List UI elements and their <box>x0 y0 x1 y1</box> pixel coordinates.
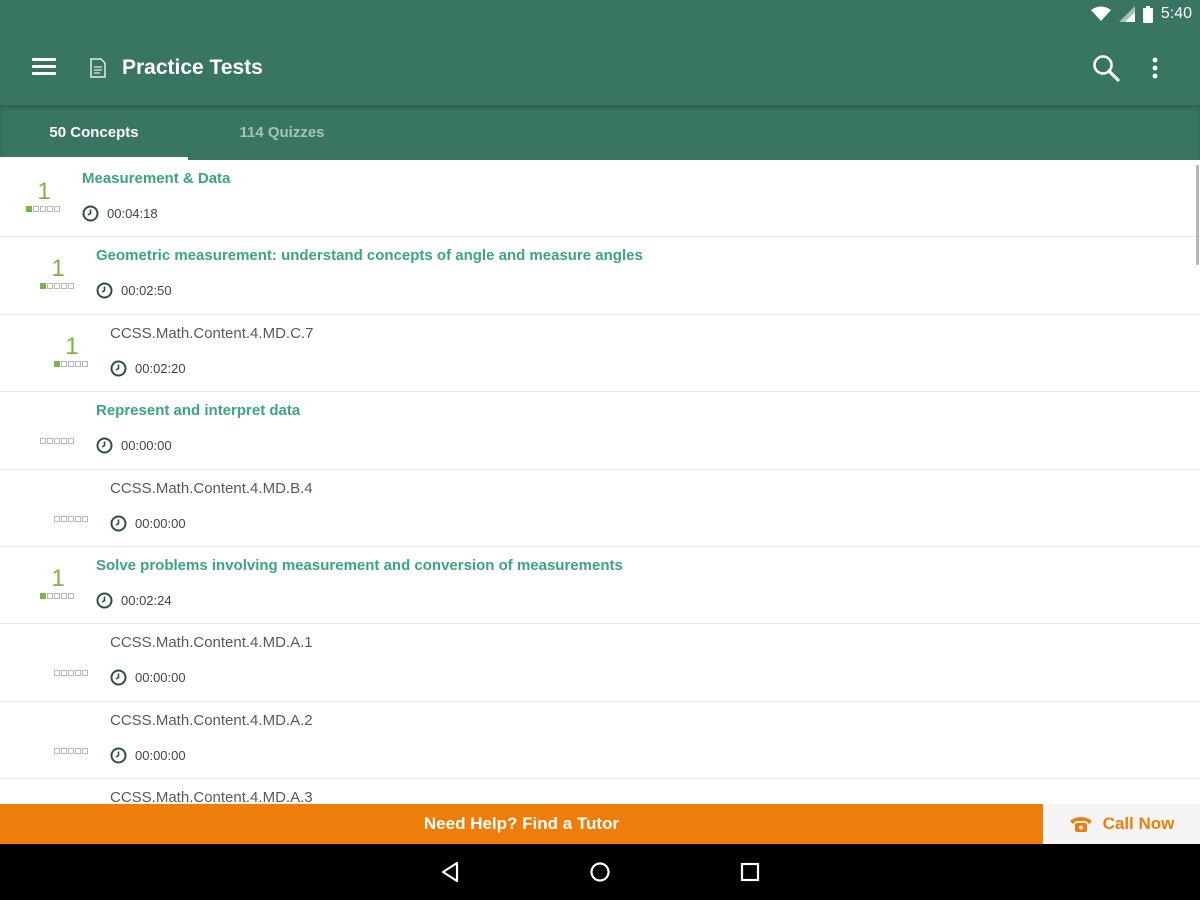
document-icon <box>90 58 106 78</box>
clock-icon <box>110 360 127 377</box>
list-item[interactable]: CCSS.Math.Content.4.MD.A.2 00:00:00 <box>0 702 1200 780</box>
clock-icon <box>96 437 113 454</box>
elapsed-time: 00:00:00 <box>96 437 172 454</box>
app-screen: 5:40 Practice Tests 50 Concepts 114 Quiz… <box>0 0 1200 900</box>
call-now-button[interactable]: Call Now <box>1043 804 1200 844</box>
progress-indicator <box>40 592 74 600</box>
clock-icon <box>110 515 127 532</box>
elapsed-time: 00:02:24 <box>96 592 172 609</box>
row-title: Geometric measurement: understand concep… <box>96 247 643 265</box>
elapsed-time: 00:02:20 <box>110 360 186 377</box>
navigation-bar <box>0 844 1200 900</box>
back-icon[interactable] <box>437 859 463 885</box>
overflow-menu-icon[interactable] <box>1145 52 1165 84</box>
elapsed-time: 00:04:18 <box>82 205 158 222</box>
progress-indicator <box>54 670 88 677</box>
row-title: Measurement & Data <box>82 170 231 187</box>
tab-concepts[interactable]: 50 Concepts <box>0 105 188 160</box>
list-item[interactable]: 1 Measurement & Data 00:04:18 <box>0 160 1200 238</box>
elapsed-time-value: 00:02:24 <box>121 592 172 608</box>
row-title: Solve problems involving measurement and… <box>96 556 623 574</box>
clock-icon <box>96 282 113 299</box>
search-icon[interactable] <box>1090 52 1122 84</box>
tab-bar: 50 Concepts 114 Quizzes <box>0 105 1200 160</box>
list-item[interactable]: CCSS.Math.Content.4.MD.A.1 00:00:00 <box>0 624 1200 702</box>
list-item[interactable]: CCSS.Math.Content.4.MD.B.4 00:00:00 <box>0 470 1200 547</box>
elapsed-time-value: 00:04:18 <box>107 206 158 221</box>
row-title: Represent and interpret data <box>96 402 301 420</box>
score-value: 1 <box>51 255 65 283</box>
scrollbar[interactable] <box>1196 165 1199 265</box>
score-value: 1 <box>65 332 79 360</box>
app-bar: Practice Tests <box>0 30 1200 105</box>
find-tutor-label: Need Help? Find a Tutor <box>423 814 620 833</box>
battery-icon <box>1142 5 1153 23</box>
elapsed-time-value: 00:00:00 <box>135 747 186 763</box>
elapsed-time-value: 00:02:50 <box>121 283 172 299</box>
score-value: 1 <box>51 564 65 592</box>
clock-icon <box>82 205 99 222</box>
progress-indicator <box>40 283 74 290</box>
status-time: 5:40 <box>1160 5 1192 22</box>
status-bar: 5:40 <box>0 0 1200 30</box>
progress-indicator <box>54 747 88 755</box>
score-value: 1 <box>37 178 51 205</box>
list-item[interactable]: 1 CCSS.Math.Content.4.MD.C.7 00:02:20 <box>0 315 1200 393</box>
status-icons: 5:40 <box>1090 5 1192 23</box>
list-item[interactable]: 1 Geometric measurement: understand conce… <box>0 237 1200 315</box>
elapsed-time: 00:00:00 <box>110 747 186 764</box>
progress-indicator <box>54 515 88 523</box>
list-item[interactable]: 1 Solve problems involving measurement an… <box>0 547 1200 625</box>
progress-indicator <box>54 360 88 368</box>
clock-icon <box>110 669 127 686</box>
row-title: CCSS.Math.Content.4.MD.A.2 <box>110 711 313 729</box>
progress-indicator <box>40 438 74 445</box>
phone-icon <box>1069 817 1092 832</box>
row-title: CCSS.Math.Content.4.MD.A.1 <box>110 634 313 652</box>
elapsed-time-value: 00:00:00 <box>135 515 186 531</box>
home-icon[interactable] <box>587 859 613 885</box>
progress-indicator <box>26 206 60 213</box>
elapsed-time-value: 00:00:00 <box>121 438 172 454</box>
clock-icon <box>110 747 127 764</box>
elapsed-time: 00:00:00 <box>110 669 186 686</box>
menu-icon[interactable] <box>32 54 62 80</box>
recents-icon[interactable] <box>737 859 763 885</box>
list-item[interactable]: CCSS.Math.Content.4.MD.A.3 <box>0 779 1200 804</box>
wifi-icon <box>1090 6 1111 21</box>
page-title: Practice Tests <box>122 56 263 79</box>
row-title: CCSS.Math.Content.4.MD.A.3 <box>110 789 313 804</box>
clock-icon <box>96 592 113 609</box>
signal-icon <box>1118 6 1135 22</box>
elapsed-time: 00:02:50 <box>96 282 172 299</box>
elapsed-time-value: 00:00:00 <box>135 670 186 686</box>
call-now-label: Call Now <box>1102 814 1175 833</box>
elapsed-time: 00:00:00 <box>110 515 186 532</box>
tab-quizzes[interactable]: 114 Quizzes <box>188 105 376 160</box>
row-title: CCSS.Math.Content.4.MD.B.4 <box>110 479 313 497</box>
concept-list[interactable]: 1 Measurement & Data 00:04:18 1 Geometric me… <box>0 160 1200 804</box>
list-item[interactable]: Represent and interpret data 00:00:00 <box>0 392 1200 470</box>
elapsed-time-value: 00:02:20 <box>135 360 186 376</box>
row-title: CCSS.Math.Content.4.MD.C.7 <box>110 324 314 342</box>
find-tutor-banner[interactable]: Need Help? Find a Tutor <box>0 804 1043 844</box>
